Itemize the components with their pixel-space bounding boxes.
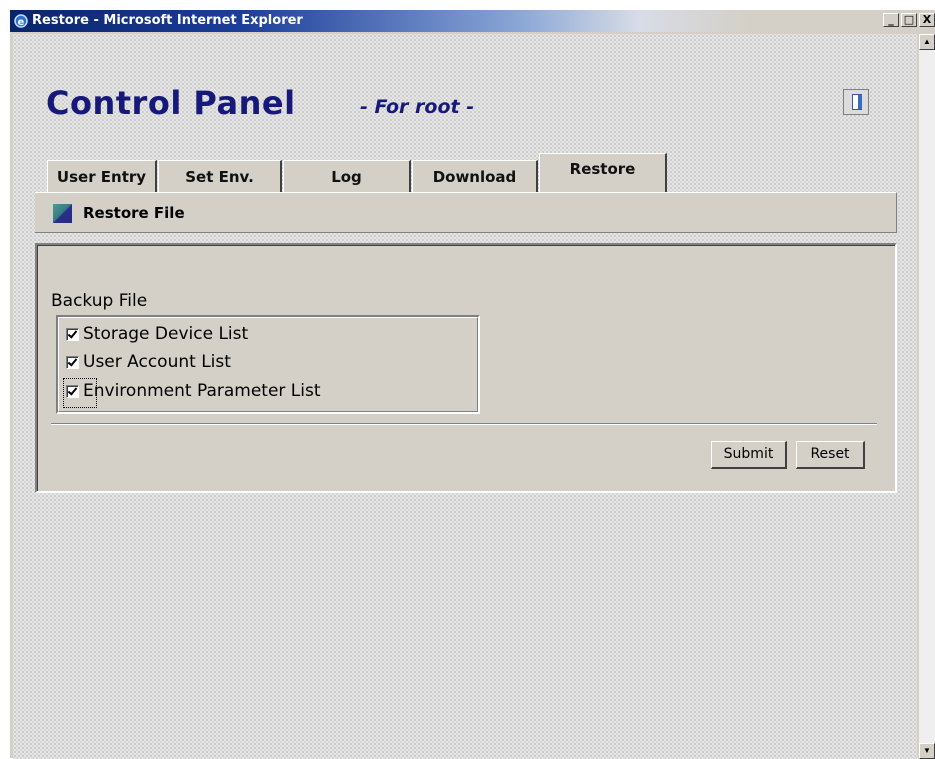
browser-window: e Restore - Microsoft Internet Explorer … bbox=[9, 9, 935, 759]
window-title: Restore - Microsoft Internet Explorer bbox=[32, 13, 303, 28]
user-account-checkbox[interactable] bbox=[66, 355, 79, 369]
option-environment-parameter-list[interactable]: Environment Parameter List bbox=[63, 378, 321, 408]
scroll-down-button[interactable]: ▼ bbox=[919, 743, 935, 759]
option-label: User Account List bbox=[83, 352, 231, 372]
option-storage-device-list[interactable]: Storage Device List bbox=[66, 323, 248, 345]
submit-button[interactable]: Submit bbox=[711, 441, 787, 469]
backup-file-label: Backup File bbox=[51, 291, 148, 311]
vertical-scrollbar[interactable]: ▲ ▼ bbox=[918, 34, 935, 759]
page-subtitle: - For root - bbox=[360, 96, 475, 118]
exit-button[interactable] bbox=[843, 89, 869, 115]
tab-restore[interactable]: Restore bbox=[539, 153, 667, 192]
tab-download[interactable]: Download bbox=[412, 160, 538, 192]
restore-form-panel: Backup File Storage Device List User Acc… bbox=[35, 243, 897, 493]
title-bar[interactable]: e Restore - Microsoft Internet Explorer … bbox=[10, 10, 935, 32]
storage-device-checkbox[interactable] bbox=[66, 327, 79, 341]
option-label: Storage Device List bbox=[83, 324, 249, 344]
exit-door-icon bbox=[852, 94, 862, 110]
divider bbox=[51, 423, 877, 425]
option-label: Environment Parameter List bbox=[83, 381, 321, 401]
option-user-account-list[interactable]: User Account List bbox=[66, 351, 231, 373]
scroll-up-button[interactable]: ▲ bbox=[919, 34, 935, 50]
section-title: Restore File bbox=[83, 204, 185, 222]
section-header: Restore File bbox=[35, 192, 897, 233]
tab-log[interactable]: Log bbox=[283, 160, 411, 192]
section-icon bbox=[53, 204, 72, 223]
svg-text:e: e bbox=[18, 17, 25, 28]
tab-set-env[interactable]: Set Env. bbox=[158, 160, 282, 192]
reset-button[interactable]: Reset bbox=[796, 441, 865, 469]
page-title: Control Panel bbox=[46, 84, 296, 122]
tab-user-entry[interactable]: User Entry bbox=[47, 160, 157, 192]
close-button[interactable]: X bbox=[919, 13, 935, 27]
focus-outline bbox=[63, 378, 97, 408]
minimize-button[interactable]: _ bbox=[883, 13, 899, 27]
maximize-button[interactable]: □ bbox=[901, 13, 917, 27]
page-content: Control Panel - For root - User Entry Se… bbox=[13, 34, 917, 759]
window-controls: _ □ X bbox=[883, 13, 935, 27]
backup-file-options: Storage Device List User Account List En… bbox=[56, 315, 480, 414]
internet-explorer-icon: e bbox=[14, 14, 28, 28]
